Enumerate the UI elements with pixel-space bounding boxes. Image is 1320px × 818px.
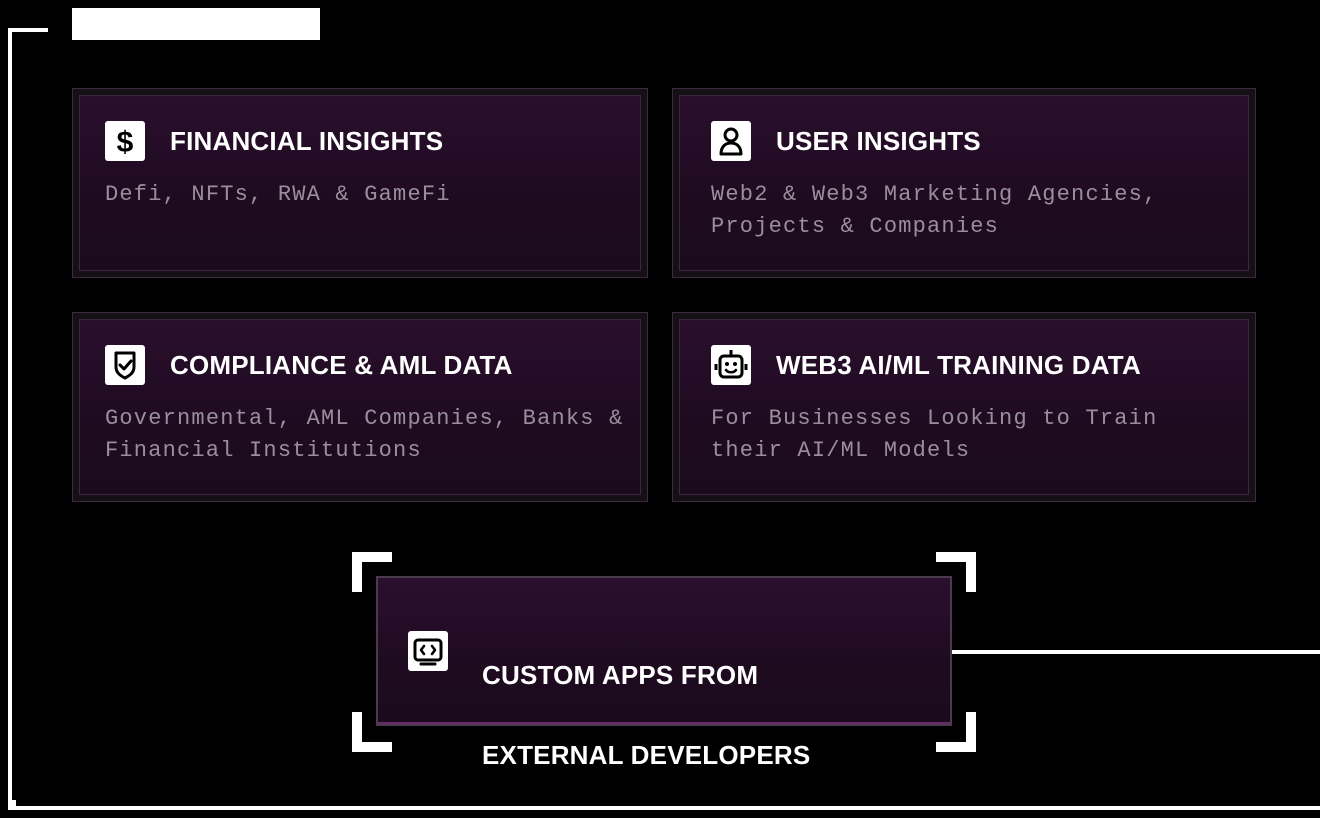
dollar-icon: $ [105,121,145,161]
card-title: FINANCIAL INSIGHTS [170,125,444,156]
frame-top-left-line [8,28,48,32]
connector-line [950,650,1320,654]
card-title: WEB3 AI/ML TRAINING DATA [776,349,1141,380]
custom-app-title-line2: EXTERNAL DEVELOPERS [482,740,811,770]
card-web3-ai-ml[interactable]: WEB3 AI/ML TRAINING DATA For Businesses … [672,312,1256,502]
card-description: Web2 & Web3 Marketing Agencies, Projects… [711,182,1158,239]
card-custom-apps[interactable]: CUSTOM APPS FROM EXTERNAL DEVELOPERS [376,576,952,770]
robot-icon [711,345,751,385]
frame-left-line [8,28,12,808]
section-title-block [72,8,320,40]
card-user-insights[interactable]: USER INSIGHTS Web2 & Web3 Marketing Agen… [672,88,1256,278]
card-title: COMPLIANCE & AML DATA [170,349,513,380]
svg-text:$: $ [117,126,134,159]
custom-app-title-line1: CUSTOM APPS FROM [482,660,759,690]
card-compliance-aml[interactable]: COMPLIANCE & AML DATA Governmental, AML … [72,312,648,502]
user-icon [711,121,751,161]
card-title: USER INSIGHTS [776,125,981,156]
custom-app-title: CUSTOM APPS FROM EXTERNAL DEVELOPERS [482,615,810,815]
frame-bottom-notch [8,800,16,810]
card-description: Defi, NFTs, RWA & GameFi [105,182,451,207]
code-window-icon [408,631,448,671]
card-description: For Businesses Looking to Train their AI… [711,406,1158,463]
card-description: Governmental, AML Companies, Banks & Fin… [105,406,624,463]
card-financial-insights[interactable]: $ FINANCIAL INSIGHTS Defi, NFTs, RWA & G… [72,88,648,278]
shield-check-icon [105,345,145,385]
